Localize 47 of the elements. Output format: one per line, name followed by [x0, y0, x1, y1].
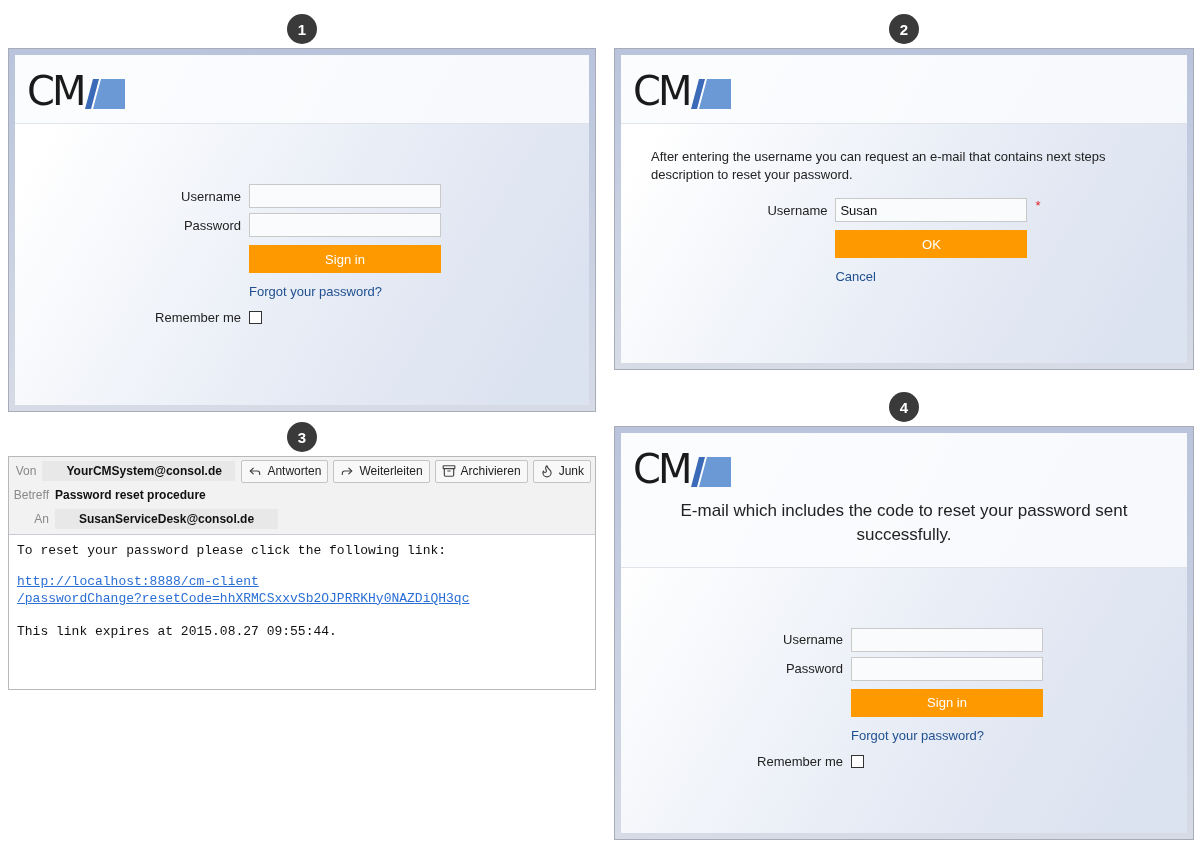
forward-icon [340, 464, 355, 478]
field-label: Username [180, 188, 241, 204]
reset-link[interactable]: http://localhost:8888/cm-client /passwordChange?resetCode=hhXRMCSxxvSb2OJPRRKHy0NAZDiQH3qc [17, 574, 587, 608]
field-label: Username [767, 202, 828, 218]
email-text: To reset your password please click the following link: [17, 543, 448, 558]
reply-icon [248, 464, 263, 478]
logo-slash-icon [691, 457, 732, 487]
link[interactable]: Cancel [835, 269, 1028, 285]
input-field[interactable] [851, 627, 1043, 652]
checkbox-label: Remember me [155, 310, 241, 325]
logo-slash-icon [691, 79, 732, 109]
instruction-text: After entering the username you can request an e-mail that contains next steps description to reset your password. [650, 148, 1107, 185]
archive-icon [441, 464, 456, 478]
field-label: Username [782, 632, 843, 648]
toolbar-button[interactable]: Junk [532, 459, 591, 483]
toolbar-button[interactable]: Weiterleiten [333, 459, 430, 483]
header-label: Von [14, 464, 37, 478]
field-label: Password [784, 661, 843, 677]
required-mark: * [1035, 198, 1041, 214]
toolbar-button[interactable]: Antworten [241, 459, 329, 483]
checkbox-label: Remember me [757, 753, 843, 769]
field-label: Password [182, 217, 241, 233]
flame-icon [539, 464, 554, 478]
email-text: This link expires at 2015.08.27 09:55:44. [17, 623, 338, 639]
header-label: An [33, 512, 49, 526]
input-field[interactable] [249, 184, 441, 208]
confirmation-text: E-mail which includes the code to reset your password sent successfully. [679, 500, 1129, 546]
logo-text: CM [27, 73, 84, 109]
header-value: SusanServiceDesk@consol.de [55, 509, 279, 529]
toolbar-button[interactable]: Archivieren [434, 459, 528, 483]
step-number-badge: 1 [287, 14, 317, 44]
checkbox[interactable] [851, 754, 864, 768]
step-number-badge: 3 [287, 422, 317, 452]
input-field[interactable]: Susan [835, 198, 1028, 223]
checkbox[interactable] [249, 311, 262, 324]
header-label: Betreff [13, 488, 49, 502]
header-value: YourCMSystem@consol.de [42, 461, 236, 481]
step-number-badge: 4 [889, 392, 919, 422]
logo-slash-icon [85, 79, 126, 109]
link[interactable]: Forgot your password? [851, 727, 1043, 743]
header-value: Password reset procedure [55, 487, 206, 504]
step-number-badge: 2 [889, 14, 919, 44]
input-field[interactable] [851, 656, 1043, 681]
input-field[interactable] [249, 213, 441, 237]
link[interactable]: Forgot your password? [249, 284, 441, 299]
logo-text: CM [633, 451, 690, 487]
logo-text: CM [633, 73, 690, 109]
